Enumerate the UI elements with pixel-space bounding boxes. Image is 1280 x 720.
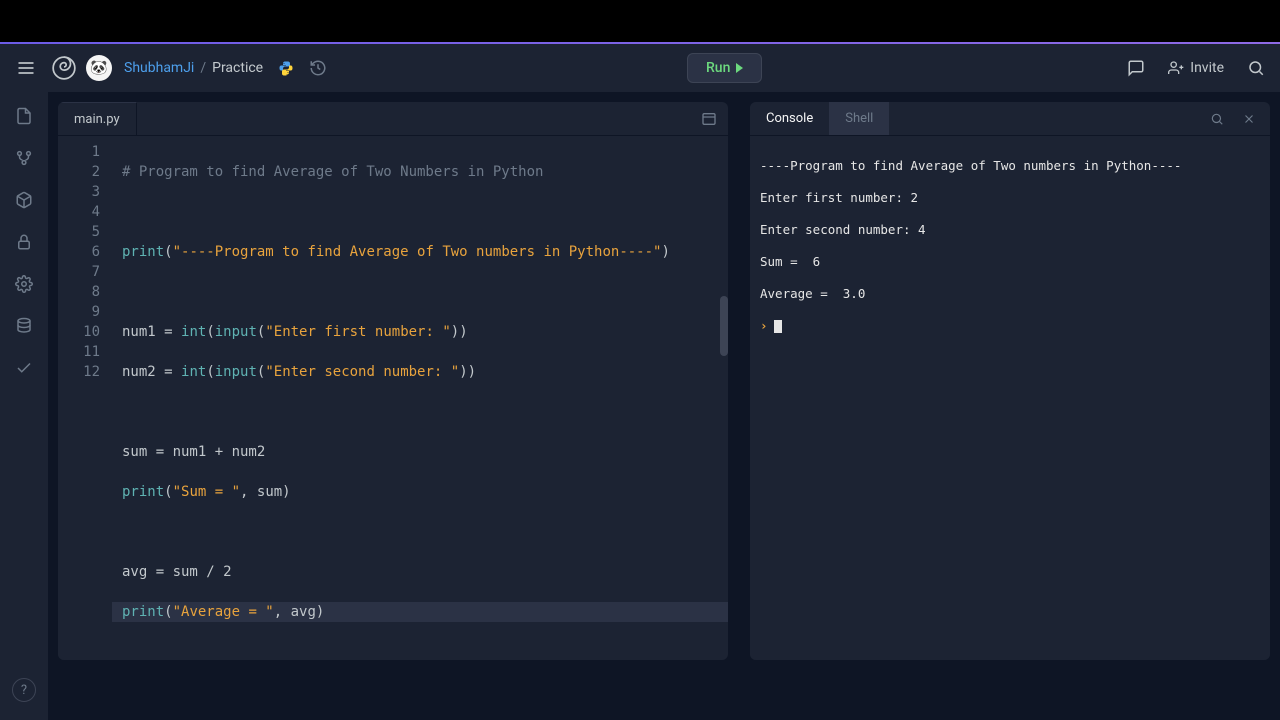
console-line: Enter first number: 2 [760,190,1260,206]
check-icon[interactable] [12,356,36,380]
tab-main-py[interactable]: main.py [58,102,137,135]
line-gutter: 1 2 3 4 5 6 7 8 9 10 11 12 [58,136,112,660]
settings-icon[interactable] [12,272,36,296]
scrollbar-thumb[interactable] [720,296,728,356]
layout-icon[interactable] [698,108,720,130]
console-line: Sum = 6 [760,254,1260,270]
console-output[interactable]: ----Program to find Average of Two numbe… [750,136,1270,660]
version-control-icon[interactable] [12,146,36,170]
header-center: Run [335,53,1114,83]
run-button[interactable]: Run [687,53,762,83]
replit-logo-icon[interactable] [50,54,78,82]
editor-panel: main.py 1 2 3 4 5 6 7 8 9 [58,102,728,660]
packages-icon[interactable] [12,188,36,212]
editor-tabs: main.py [58,102,728,136]
breadcrumb-user[interactable]: ShubhamJi [124,60,194,76]
code-editor[interactable]: 1 2 3 4 5 6 7 8 9 10 11 12 # Program to … [58,136,728,660]
app-root: 🐼 ShubhamJi / Practice Run Invite [0,0,1280,720]
console-close-icon[interactable] [1238,108,1260,130]
console-line: Average = 3.0 [760,286,1260,302]
files-icon[interactable] [12,104,36,128]
breadcrumb-separator: / [200,60,206,76]
play-icon [736,63,743,73]
secrets-icon[interactable] [12,230,36,254]
sidebar: ? [0,92,48,720]
console-search-icon[interactable] [1206,108,1228,130]
breadcrumb-project[interactable]: Practice [212,60,263,76]
workspace: main.py 1 2 3 4 5 6 7 8 9 [48,92,1280,720]
invite-button[interactable]: Invite [1162,56,1230,80]
search-icon[interactable] [1242,54,1270,82]
database-icon[interactable] [12,314,36,338]
console-line: Enter second number: 4 [760,222,1260,238]
console-panel: Console Shell ----Program to find Averag… [750,102,1270,660]
header-bar: 🐼 ShubhamJi / Practice Run Invite [0,44,1280,92]
avatar[interactable]: 🐼 [86,55,112,81]
chat-icon[interactable] [1122,54,1150,82]
invite-label: Invite [1190,60,1224,76]
tab-console[interactable]: Console [750,102,829,135]
python-icon [277,59,295,77]
header-right: Invite [1122,54,1270,82]
console-line: ----Program to find Average of Two numbe… [760,158,1260,174]
history-icon[interactable] [309,59,327,77]
tab-shell[interactable]: Shell [829,102,889,135]
avatar-emoji: 🐼 [90,60,107,76]
run-label: Run [706,60,730,76]
help-button[interactable]: ? [12,678,36,702]
cursor-icon [774,320,782,333]
letterbox-top [0,0,1280,42]
console-prompt[interactable]: › [760,318,1260,334]
console-tabs: Console Shell [750,102,1270,136]
breadcrumb: ShubhamJi / Practice [124,60,263,76]
code-content[interactable]: # Program to find Average of Two Numbers… [112,136,728,660]
panel-splitter[interactable] [736,102,742,660]
main-area: ? main.py 1 2 3 4 5 6 [0,92,1280,720]
menu-icon[interactable] [10,52,42,84]
